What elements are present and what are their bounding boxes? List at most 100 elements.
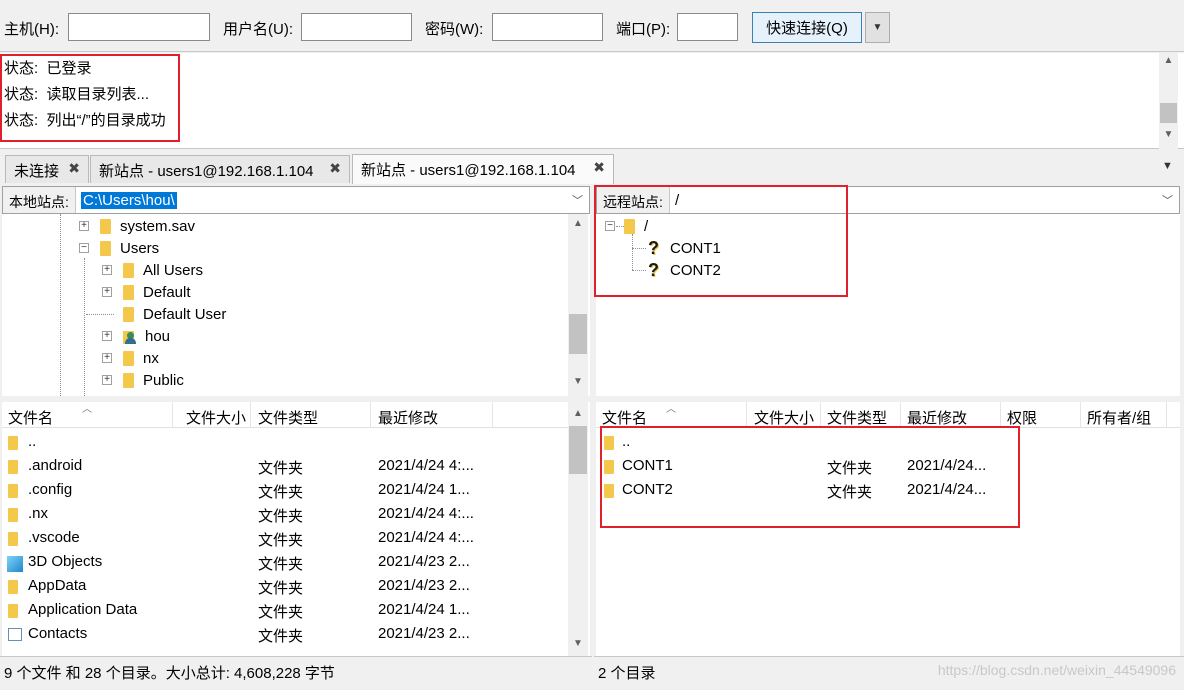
chevron-down-icon[interactable]: ﹀ [1162,192,1173,208]
chevron-down-icon[interactable]: ﹀ [572,192,583,208]
column-separator [900,402,901,428]
tree-item-default-user[interactable]: Default User [123,303,226,325]
folder-icon [8,508,18,522]
quickconnect-dropdown-button[interactable]: ▼ [865,12,890,43]
tree-guide-line [632,234,633,270]
file-row[interactable]: .nx 文件夹 2021/4/24 4:... [2,502,568,526]
message-log: 状态: 已登录 状态: 读取目录列表... 状态: 列出“/”的目录成功 ▲ ▼ [0,53,1184,149]
folder-icon [123,284,134,300]
tab-not-connected[interactable]: 未连接 ✖ [5,155,89,183]
file-row[interactable]: Contacts 文件夹 2021/4/23 2... [2,622,568,646]
collapse-icon[interactable]: − [79,243,89,253]
tree-guide-line [632,270,646,271]
tree-item-all-users[interactable]: All Users [123,259,203,281]
close-icon[interactable]: ✖ [593,159,605,176]
column-modified[interactable]: 最近修改 [907,407,967,428]
expand-icon[interactable]: + [102,331,112,341]
column-separator [250,402,251,428]
tree-item-default[interactable]: Default [123,281,191,303]
tree-item-nx[interactable]: nx [123,347,159,369]
tree-item-hou[interactable]: hou [123,325,170,347]
expand-icon[interactable]: + [102,375,112,385]
column-owner[interactable]: 所有者/组 [1087,407,1151,428]
expand-icon[interactable]: + [102,265,112,275]
contacts-icon [8,628,22,641]
file-row[interactable]: CONT1 文件夹 2021/4/24... [596,454,1166,478]
password-input[interactable] [492,13,603,41]
remote-file-list-header: 文件名 ︿ 文件大小 文件类型 最近修改 权限 所有者/组 [596,402,1180,428]
log-scrollbar[interactable]: ▲ ▼ [1159,53,1178,149]
scroll-up-icon[interactable]: ▲ [568,218,588,229]
close-icon[interactable]: ✖ [329,160,341,177]
column-separator [1080,402,1081,428]
local-status-bar: 9 个文件 和 28 个目录。大小总计: 4,608,228 字节 [0,656,592,684]
user-folder-icon [123,329,137,344]
folder-icon [8,580,18,594]
column-filetype[interactable]: 文件类型 [827,407,887,428]
column-separator [746,402,747,428]
column-separator [1000,402,1001,428]
file-row[interactable]: .android 文件夹 2021/4/24 4:... [2,454,568,478]
file-row[interactable]: .vscode 文件夹 2021/4/24 4:... [2,526,568,550]
column-filename[interactable]: 文件名 [602,407,647,428]
column-filename[interactable]: 文件名 [8,407,53,428]
tab-list-chevron-icon[interactable]: ▼ [1162,160,1173,172]
file-row[interactable]: 3D Objects 文件夹 2021/4/23 2... [2,550,568,574]
column-permissions[interactable]: 权限 [1007,407,1037,428]
scroll-down-icon[interactable]: ▼ [568,376,588,387]
remote-site-label: 远程站点: [597,187,670,213]
file-row[interactable]: .. [596,430,1166,454]
tree-item-users[interactable]: Users [100,237,159,259]
tab-site-1[interactable]: 新站点 - users1@192.168.1.104 ✖ [90,155,350,183]
remote-site-bar: 远程站点: / ﹀ [596,186,1180,214]
scroll-thumb[interactable] [1160,103,1177,123]
tree-item-cont2[interactable]: ? CONT2 [648,259,721,281]
scroll-thumb[interactable] [569,314,587,354]
tree-item-public[interactable]: Public [123,369,184,391]
scroll-up-icon[interactable]: ▲ [568,408,588,419]
collapse-icon[interactable]: − [605,221,615,231]
column-separator [172,402,173,428]
file-row[interactable]: .config 文件夹 2021/4/24 1... [2,478,568,502]
local-file-list: 文件名 ︿ 文件大小 文件类型 最近修改 .. .android 文件夹 202… [2,402,590,656]
port-input[interactable] [677,13,738,41]
tree-item-root[interactable]: / [624,215,648,237]
log-line: 状态: 已登录 [4,60,92,77]
tree-guide-line [632,248,646,249]
tree-item-cont1[interactable]: ? CONT1 [648,237,721,259]
folder-icon [100,240,111,256]
host-input[interactable] [68,13,210,41]
local-tree-scrollbar[interactable]: ▲ ▼ [568,214,588,396]
tree-item-system-sav[interactable]: system.sav [100,215,195,237]
folder-icon [8,484,18,498]
file-row[interactable]: CONT2 文件夹 2021/4/24... [596,478,1166,502]
file-row[interactable]: .. [2,430,568,454]
tab-site-2[interactable]: 新站点 - users1@192.168.1.104 ✖ [352,154,614,184]
scroll-down-icon[interactable]: ▼ [1159,129,1178,140]
scroll-thumb[interactable] [569,426,587,474]
expand-icon[interactable]: + [102,353,112,363]
username-input[interactable] [301,13,412,41]
local-site-bar: 本地站点: C:\Users\hou\ ﹀ [2,186,590,214]
remote-path-input[interactable]: / [675,192,679,209]
password-label: 密码(W): [425,21,484,38]
scroll-up-icon[interactable]: ▲ [1159,55,1178,66]
file-row[interactable]: AppData 文件夹 2021/4/23 2... [2,574,568,598]
column-filesize[interactable]: 文件大小 [754,407,814,428]
expand-icon[interactable]: + [102,287,112,297]
expand-icon[interactable]: + [79,221,89,231]
scroll-down-icon[interactable]: ▼ [568,638,588,649]
folder-icon [8,532,18,546]
column-filesize[interactable]: 文件大小 [186,407,246,428]
quickconnect-button[interactable]: 快速连接(Q) [752,12,862,43]
chevron-down-icon: ▼ [872,22,883,33]
column-filetype[interactable]: 文件类型 [258,407,318,428]
local-path-input[interactable]: C:\Users\hou\ [81,192,177,209]
local-file-scrollbar[interactable]: ▲ ▼ [568,402,588,656]
file-row[interactable]: Application Data 文件夹 2021/4/24 1... [2,598,568,622]
folder-icon [604,460,614,474]
host-label: 主机(H): [4,21,59,38]
close-icon[interactable]: ✖ [68,160,80,177]
column-modified[interactable]: 最近修改 [378,407,438,428]
column-separator [820,402,821,428]
